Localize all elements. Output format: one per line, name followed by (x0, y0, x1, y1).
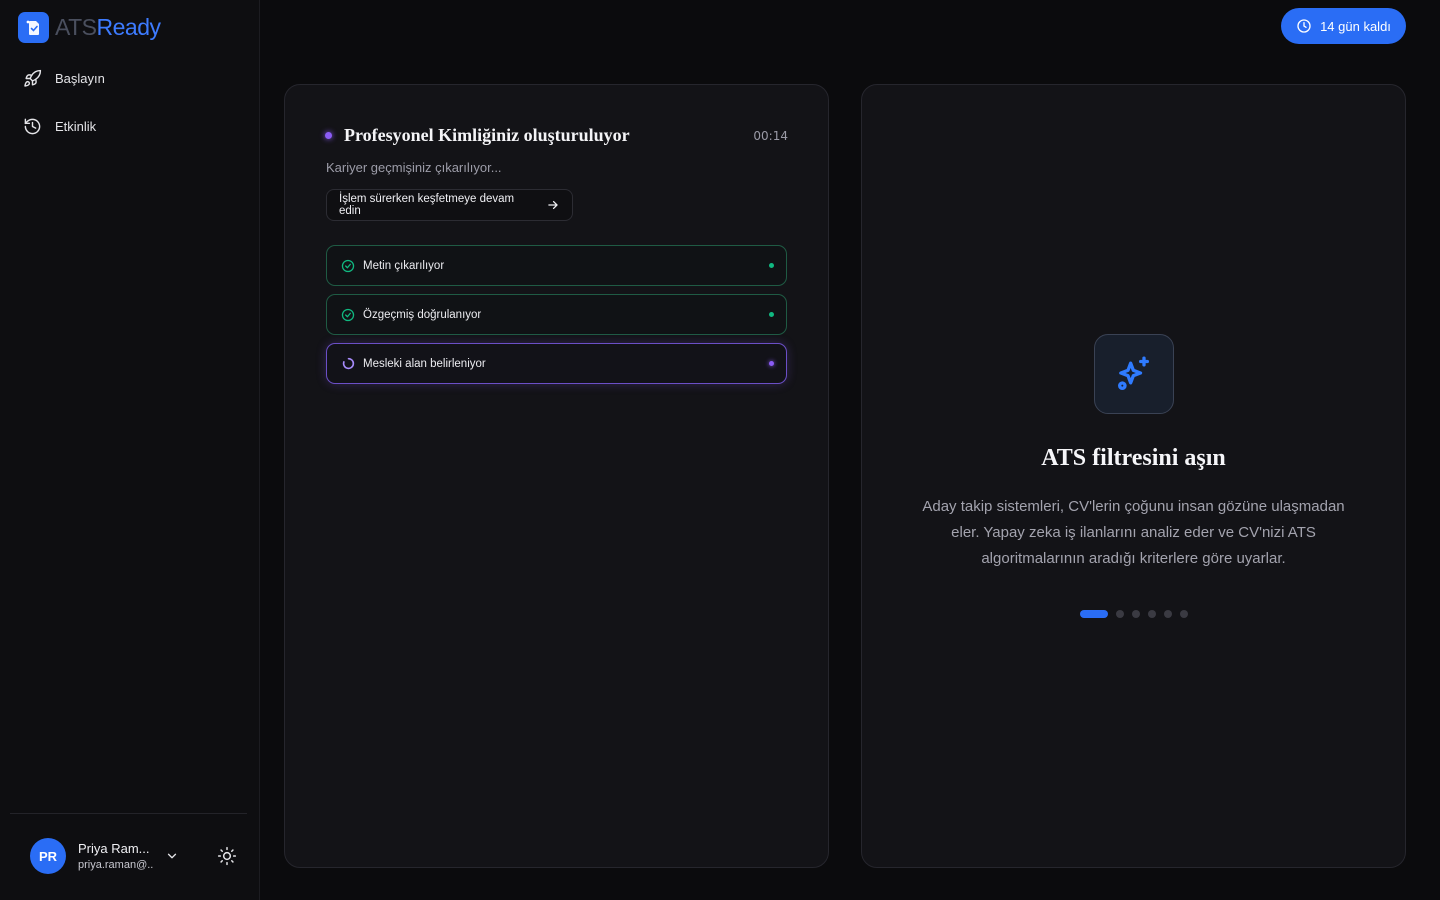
check-circle-icon (341, 308, 355, 322)
sidebar-divider (10, 813, 247, 814)
user-name: Priya Ram... (78, 841, 150, 856)
elapsed-timer: 00:14 (753, 128, 788, 143)
carousel-dot[interactable] (1180, 610, 1188, 618)
user-email: priya.raman@... (78, 859, 154, 871)
logo-icon (18, 12, 49, 43)
progress-card: Profesyonel Kimliğiniz oluşturuluyor 00:… (284, 84, 829, 868)
step-validate-resume: Özgeçmiş doğrulanıyor (326, 294, 787, 335)
step-extract-text: Metin çıkarılıyor (326, 245, 787, 286)
theme-toggle-button[interactable] (216, 845, 238, 867)
step-label: Metin çıkarılıyor (363, 259, 445, 272)
sidebar-item-label: Etkinlik (55, 118, 97, 134)
carousel-dot[interactable] (1148, 610, 1156, 618)
explore-label: İşlem sürerken keşfetmeye devam edin (339, 193, 515, 217)
carousel-pagination (1080, 610, 1188, 618)
step-label: Özgeçmiş doğrulanıyor (363, 308, 482, 321)
trial-days-button[interactable]: 14 gün kaldı (1281, 8, 1406, 44)
spinner-icon (341, 357, 355, 371)
trial-label: 14 gün kaldı (1320, 18, 1391, 34)
carousel-dot[interactable] (1164, 610, 1172, 618)
check-circle-icon (341, 259, 355, 273)
user-menu[interactable]: PR Priya Ram... priya.raman@... (30, 838, 177, 874)
arrow-right-icon (548, 200, 558, 210)
sidebar-nav: Başlayın Etkinlik (22, 66, 105, 162)
brand-logo[interactable]: ATSReady (18, 12, 161, 43)
step-status-dot (769, 312, 774, 317)
feature-carousel: ATS filtresini aşın Aday takip sistemler… (861, 84, 1406, 868)
progress-title: Profesyonel Kimliğiniz oluşturuluyor (344, 125, 630, 145)
status-dot (325, 132, 332, 139)
progress-header: Profesyonel Kimliğiniz oluşturuluyor 00:… (325, 125, 788, 146)
sun-icon (217, 846, 237, 866)
progress-subtitle: Kariyer geçmişiniz çıkarılıyor... (326, 160, 502, 175)
brand-name: ATSReady (55, 14, 161, 40)
clock-icon (1297, 19, 1311, 33)
carousel-dot[interactable] (1080, 610, 1108, 618)
carousel-dot[interactable] (1116, 610, 1124, 618)
history-icon (22, 116, 42, 136)
rocket-icon (22, 68, 42, 88)
continue-exploring-button[interactable]: İşlem sürerken keşfetmeye devam edin (326, 189, 573, 221)
step-status-dot (769, 361, 774, 366)
user-info: Priya Ram... priya.raman@... (78, 841, 154, 871)
step-label: Mesleki alan belirleniyor (363, 357, 486, 370)
sidebar-item-label: Başlayın (55, 70, 105, 86)
chevron-down-icon[interactable] (165, 849, 179, 863)
carousel-dot[interactable] (1132, 610, 1140, 618)
avatar: PR (30, 838, 66, 874)
sidebar-item-baslayin[interactable]: Başlayın (22, 66, 105, 90)
step-status-dot (769, 263, 774, 268)
sidebar: ATSReady Başlayın Etkinlik PR Priya Ram.… (0, 0, 260, 900)
feature-description: Aday takip sistemleri, CV'lerin çoğunu i… (922, 498, 1345, 567)
progress-steps: Metin çıkarılıyor Özgeçmiş doğrulanıyor … (326, 245, 787, 392)
sparkles-icon (1094, 334, 1174, 414)
feature-title: ATS filtresini aşın (1041, 445, 1226, 471)
sidebar-item-etkinlik[interactable]: Etkinlik (22, 114, 105, 138)
step-identify-field: Mesleki alan belirleniyor (326, 343, 787, 384)
